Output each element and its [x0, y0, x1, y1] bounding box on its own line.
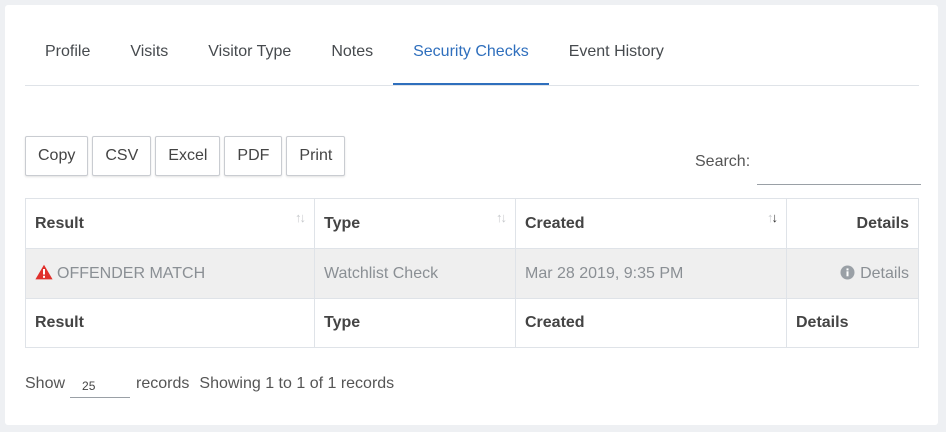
tab-security-checks[interactable]: Security Checks: [393, 35, 549, 85]
table-footer-controls: Show records Showing 1 to 1 of 1 records: [25, 370, 394, 398]
table-header-row: Result ↑↓ Type ↑↓ Created ↑↓ Details: [25, 198, 919, 249]
column-footer-type: Type: [314, 298, 516, 348]
sort-icon: ↑↓: [496, 210, 507, 225]
tab-bar: Profile Visits Visitor Type Notes Securi…: [25, 35, 919, 86]
column-header-details: Details: [786, 198, 919, 249]
tab-visitor-type[interactable]: Visitor Type: [188, 35, 311, 85]
sort-desc-icon: ↑↓: [767, 210, 778, 225]
column-footer-created: Created: [515, 298, 787, 348]
page-length-input[interactable]: [70, 370, 131, 398]
table-footer-row: Result Type Created Details: [25, 298, 919, 348]
details-link-label: Details: [860, 264, 909, 282]
column-header-details-label: Details: [856, 214, 909, 232]
column-header-result-label: Result: [35, 214, 84, 232]
tab-event-history[interactable]: Event History: [549, 35, 684, 85]
result-text: OFFENDER MATCH: [57, 265, 206, 282]
column-header-result[interactable]: Result ↑↓: [25, 198, 315, 249]
column-header-created[interactable]: Created ↑↓: [515, 198, 787, 249]
sort-icon: ↑↓: [295, 210, 306, 225]
records-label: records: [136, 375, 190, 392]
search-label: Search:: [695, 153, 751, 170]
tab-profile[interactable]: Profile: [25, 35, 110, 85]
warning-icon: [35, 264, 53, 280]
type-cell: Watchlist Check: [314, 248, 516, 299]
table-info-text: Showing 1 to 1 of 1 records: [199, 375, 395, 392]
copy-button[interactable]: Copy: [25, 136, 89, 176]
column-header-type[interactable]: Type ↑↓: [314, 198, 516, 249]
security-checks-table: Result ↑↓ Type ↑↓ Created ↑↓ Details OFF…: [25, 198, 919, 348]
search-input[interactable]: [757, 154, 921, 185]
export-buttons: Copy CSV Excel PDF Print: [25, 136, 346, 176]
column-header-type-label: Type: [324, 214, 361, 232]
tab-notes[interactable]: Notes: [311, 35, 393, 85]
column-header-created-label: Created: [525, 214, 585, 232]
print-button[interactable]: Print: [286, 136, 346, 176]
result-cell: OFFENDER MATCH: [25, 248, 315, 299]
pdf-button[interactable]: PDF: [224, 136, 283, 176]
details-link[interactable]: Details: [786, 248, 919, 299]
created-cell: Mar 28 2019, 9:35 PM: [515, 248, 787, 299]
show-label: Show: [25, 375, 66, 392]
column-footer-details: Details: [786, 298, 919, 348]
table-row: OFFENDER MATCH Watchlist Check Mar 28 20…: [25, 248, 919, 299]
csv-button[interactable]: CSV: [92, 136, 152, 176]
excel-button[interactable]: Excel: [155, 136, 221, 176]
tab-visits[interactable]: Visits: [110, 35, 188, 85]
column-footer-result: Result: [25, 298, 315, 348]
info-icon: [840, 265, 855, 279]
security-checks-card: Profile Visits Visitor Type Notes Securi…: [5, 5, 938, 425]
